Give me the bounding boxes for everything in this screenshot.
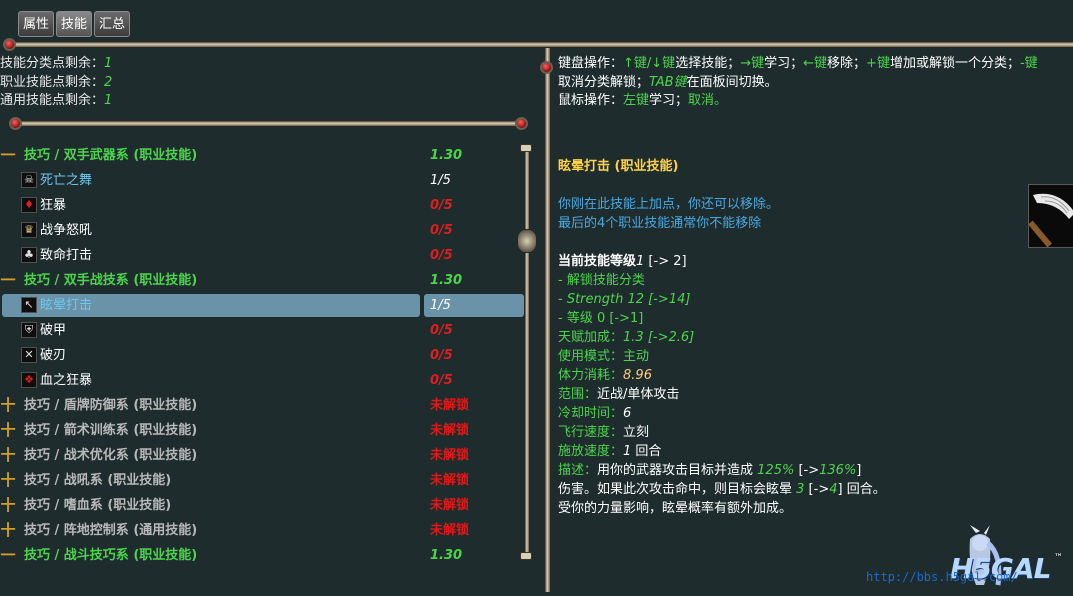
category-locked[interactable]: 十 技巧 / 战吼系 (职业技能) 未解锁 — [0, 468, 525, 493]
skill-row[interactable]: ♣ 致命打击 0/5 — [0, 243, 525, 268]
critical-strike-icon: ♣ — [21, 247, 37, 263]
blade-break-icon: ✕ — [21, 347, 37, 363]
tab-attributes[interactable]: 属性 — [18, 11, 55, 37]
skill-row-selected[interactable]: ↖ 眩晕打击 1/5 — [0, 293, 525, 318]
tab-bar: 属性 技能 汇总 — [18, 11, 131, 37]
blood-rage-icon: ❖ — [21, 372, 37, 388]
site-url[interactable]: http://bbs.h5gal.com/ — [866, 570, 1018, 584]
stamina-cost: 体力消耗：8.96 — [558, 368, 652, 383]
skill-row[interactable]: ❖ 血之狂暴 0/5 — [0, 368, 525, 393]
skill-description-line2: 伤害。如果此次攻击命中，则目标会眩晕 3 [->4] 回合。 — [558, 482, 886, 497]
controls-help: 键盘操作：↑键/↓键选择技能；→键学习；←键移除；+键增加或解锁一个分类；-键 … — [558, 55, 1073, 111]
expand-icon[interactable]: 十 — [0, 393, 16, 418]
requirement-level: - 等级 0 [->1] — [558, 311, 644, 326]
armor-break-icon: ⛨ — [21, 322, 37, 338]
category-points-value: 1 — [104, 56, 113, 71]
class-points-row: 职业技能点剩余：2 — [0, 74, 113, 90]
expand-icon[interactable]: 十 — [0, 493, 16, 518]
refund-note-1: 你刚在此技能上加点，你还可以移除。 — [558, 197, 780, 212]
skill-row[interactable]: ☠ 死亡之舞 1/5 — [0, 168, 525, 193]
refund-note-2: 最后的4个职业技能通常你不能移除 — [558, 216, 762, 231]
skill-row[interactable]: ⛨ 破甲 0/5 — [0, 318, 525, 343]
category-locked[interactable]: 十 技巧 / 战术优化系 (职业技能) 未解锁 — [0, 443, 525, 468]
keyboard-help-line1: 键盘操作：↑键/↓键选择技能；→键学习；←键移除；+键增加或解锁一个分类；-键 — [558, 56, 1038, 71]
general-points-value: 1 — [104, 93, 113, 108]
general-points-row: 通用技能点剩余：1 — [0, 93, 113, 108]
requirement-strength: - Strength 12 [->14] — [558, 292, 691, 307]
divider-gem-right-2 — [515, 117, 528, 130]
category-locked[interactable]: 十 技巧 / 箭术训练系 (职业技能) 未解锁 — [0, 418, 525, 443]
collapse-icon[interactable]: 一 — [0, 143, 16, 168]
category-locked[interactable]: 十 技巧 / 盾牌防御系 (职业技能) 未解锁 — [0, 393, 525, 418]
panel-divider — [544, 48, 551, 592]
divider-gem-left — [3, 38, 16, 51]
trademark: ™ — [1054, 553, 1063, 563]
expand-icon[interactable]: 十 — [0, 418, 16, 443]
points-divider — [14, 120, 526, 127]
stun-strike-large-icon — [1028, 184, 1073, 248]
projectile-speed: 飞行速度：立刻 — [558, 425, 650, 440]
skill-points-panel: 技能分类点剩余：1 职业技能点剩余：2 通用技能点剩余：1 — [0, 55, 112, 111]
divider-gem-left-2 — [9, 117, 22, 130]
expand-icon[interactable]: 十 — [0, 518, 16, 543]
skill-row[interactable]: ♛ 战争怒吼 0/5 — [0, 218, 525, 243]
tab-summary[interactable]: 汇总 — [94, 11, 131, 37]
stun-strike-icon: ↖ — [21, 297, 37, 313]
skill-tree: 一 技巧 / 双手武器系 (职业技能) 1.30 ☠ 死亡之舞 1/5 ♦ 狂暴… — [0, 143, 525, 568]
class-points-value: 2 — [104, 74, 113, 90]
tab-skills[interactable]: 技能 — [56, 11, 93, 37]
divider-gem-vertical — [540, 61, 553, 74]
expand-icon[interactable]: 十 — [0, 443, 16, 468]
category-two-handed-weapons[interactable]: 一 技巧 / 双手武器系 (职业技能) 1.30 — [0, 143, 525, 168]
requirement-category: - 解锁技能分类 — [558, 273, 645, 288]
skill-row[interactable]: ✕ 破刃 0/5 — [0, 343, 525, 368]
skill-detail: 眩晕打击 (职业技能) 你刚在此技能上加点，你还可以移除。 最后的4个职业技能通… — [558, 157, 1028, 518]
skill-title: 眩晕打击 (职业技能) — [558, 159, 679, 174]
keyboard-help-line2: 取消分类解锁；TAB键在面板间切换。 — [558, 74, 778, 90]
category-locked[interactable]: 十 技巧 / 嗜血系 (职业技能) 未解锁 — [0, 493, 525, 518]
skull-icon: ☠ — [21, 172, 37, 188]
war-cry-icon: ♛ — [21, 222, 37, 238]
collapse-icon[interactable]: 一 — [0, 268, 16, 293]
skill-range: 范围：近战/单体攻击 — [558, 387, 680, 402]
skill-description: 描述：用你的武器攻击目标并造成 125% [->136%] — [558, 463, 862, 478]
cooldown: 冷却时间：6 — [558, 406, 632, 421]
category-locked[interactable]: 十 技巧 / 阵地控制系 (通用技能) 未解锁 — [0, 518, 525, 543]
talent-bonus: 天赋加成：1.3 [->2.6] — [558, 330, 695, 345]
skill-description-line3: 受你的力量影响，眩晕概率有额外加成。 — [558, 501, 793, 516]
collapse-icon[interactable]: 一 — [0, 543, 16, 568]
skill-row[interactable]: ♦ 狂暴 0/5 — [0, 193, 525, 218]
skill-level: 当前技能等级1 [-> 2] — [558, 254, 687, 269]
category-points-row: 技能分类点剩余：1 — [0, 56, 113, 71]
cast-speed: 施放速度：1 回合 — [558, 444, 662, 459]
category-combat-techniques[interactable]: 一 技巧 / 战斗技巧系 (职业技能) 1.30 — [0, 543, 525, 568]
expand-icon[interactable]: 十 — [0, 468, 16, 493]
mouse-help: 鼠标操作：左键学习；取消。 — [558, 93, 728, 108]
blood-drop-icon: ♦ — [21, 197, 37, 213]
axe-icon — [1029, 193, 1073, 247]
category-two-handed-techniques[interactable]: 一 技巧 / 双手战技系 (职业技能) 1.30 — [0, 268, 525, 293]
use-mode: 使用模式：主动 — [558, 349, 650, 364]
top-divider — [8, 41, 1073, 48]
